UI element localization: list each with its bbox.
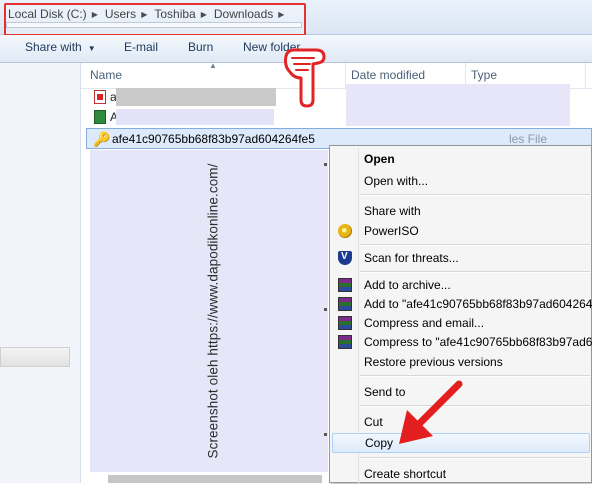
navigation-pane-item[interactable] [0, 347, 70, 367]
menu-item-label: Compress and email... [364, 316, 485, 330]
red-arrow-icon [399, 380, 463, 444]
address-highlight-box [4, 3, 306, 36]
redacted-file-row [108, 475, 322, 483]
column-type[interactable]: Type [471, 68, 497, 82]
menu-item-create-shortcut[interactable]: Create shortcut [330, 464, 592, 484]
menu-separator [360, 244, 590, 246]
menu-item-label: Create shortcut [364, 467, 447, 481]
menu-item-label: Restore previous versions [364, 355, 503, 369]
burn-button[interactable]: Burn [188, 40, 213, 54]
share-with-label: Share with [25, 40, 82, 54]
watermark-text: Screenshot oleh https://www.dapodikonlin… [205, 163, 221, 459]
menu-item-open-with[interactable]: Open with... [330, 171, 592, 191]
share-with-button[interactable]: Share with ▼ [25, 40, 96, 54]
email-button[interactable]: E-mail [124, 40, 158, 54]
list-mark [324, 163, 327, 166]
antivirus-shield-icon [338, 251, 352, 265]
column-date-modified[interactable]: Date modified [351, 68, 425, 82]
dropdown-arrow-icon: ▼ [87, 44, 96, 53]
winrar-books-icon [338, 335, 352, 349]
menu-separator [360, 375, 590, 377]
redacted-dates [346, 84, 570, 126]
key-icon: 🔑 [93, 131, 111, 147]
redacted-filename [116, 88, 276, 106]
menu-item-compress-email[interactable]: Compress and email... [330, 313, 592, 333]
spreadsheet-file-icon [94, 110, 106, 124]
redacted-filename [116, 109, 274, 125]
menu-item-label: Add to archive... [364, 278, 451, 292]
menu-item-compress-to-email[interactable]: Compress to "afe41c90765bb68f83b97ad604 [330, 332, 592, 352]
watermark: Screenshot oleh https://www.dapodikonlin… [205, 155, 221, 467]
menu-item-label: Copy [365, 436, 394, 450]
menu-item-label: Scan for threats... [364, 251, 459, 265]
pointing-hand-icon [284, 48, 326, 108]
menu-separator [360, 194, 590, 196]
navigation-pane[interactable] [0, 63, 81, 483]
column-name[interactable]: Name [90, 68, 122, 82]
menu-item-label: Open with... [364, 174, 429, 188]
list-mark [324, 433, 327, 436]
menu-item-restore-versions[interactable]: Restore previous versions [330, 352, 592, 372]
winrar-books-icon [338, 316, 352, 330]
menu-item-open[interactable]: Open [330, 149, 592, 169]
menu-item-add-to-archive[interactable]: Add to archive... [330, 275, 592, 295]
menu-item-add-to-named-archive[interactable]: Add to "afe41c90765bb68f83b97ad604264fe [330, 294, 592, 314]
winrar-books-icon [338, 297, 352, 311]
column-divider[interactable] [585, 63, 586, 88]
menu-item-label: Open [364, 152, 395, 166]
menu-item-label: Add to "afe41c90765bb68f83b97ad604264fe [364, 297, 592, 311]
menu-item-label: Cut [364, 415, 383, 429]
menu-item-share-with[interactable]: Share with [330, 201, 592, 221]
menu-item-scan-threats[interactable]: Scan for threats... [330, 248, 592, 268]
list-mark [324, 308, 327, 311]
selected-file-name: afe41c90765bb68f83b97ad604264fe5 [112, 132, 315, 146]
selected-file-type: les File [509, 132, 548, 146]
menu-separator [360, 457, 590, 459]
menu-item-label: PowerISO [364, 224, 419, 238]
sort-up-icon: ▲ [209, 61, 217, 70]
menu-item-label: Share with [364, 204, 421, 218]
pdf-file-icon [94, 90, 106, 104]
menu-separator [360, 271, 590, 273]
winrar-books-icon [338, 278, 352, 292]
menu-item-poweriso[interactable]: PowerISO [330, 221, 592, 241]
poweriso-disc-icon [338, 224, 352, 238]
menu-item-label: Compress to "afe41c90765bb68f83b97ad604 [364, 335, 592, 349]
